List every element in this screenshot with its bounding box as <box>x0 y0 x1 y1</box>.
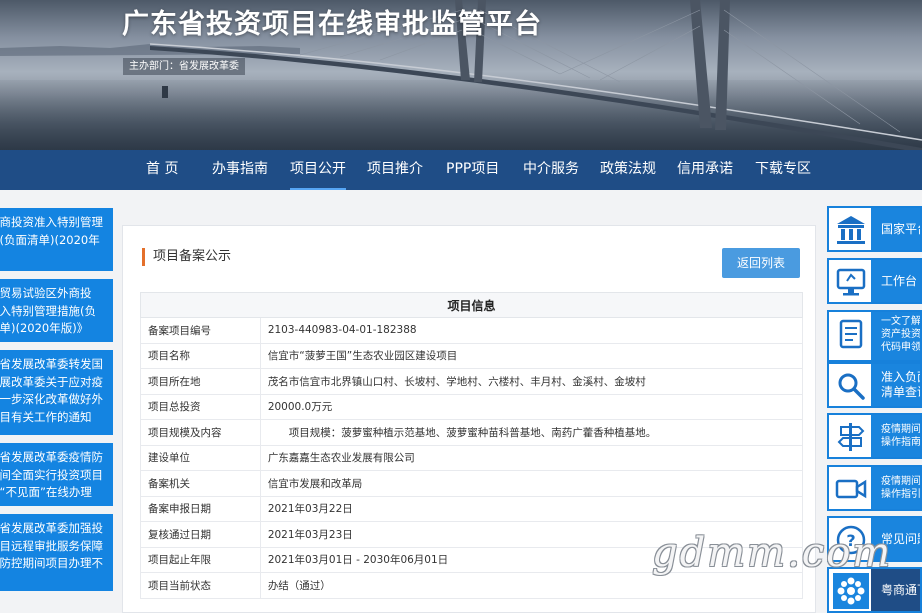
document-icon <box>839 319 863 349</box>
nav-ppp[interactable]: PPP项目 <box>446 150 499 190</box>
row-key: 备案申报日期 <box>140 495 261 522</box>
left-link-text: 批“不见面”在线办理 <box>0 485 92 499</box>
right-link-project-code-guide[interactable]: 一文了解国 资产投资项 代码申领 <box>827 310 922 362</box>
row-key: 备案机关 <box>140 470 261 497</box>
right-link-label-line: 资产投资项 <box>881 329 921 340</box>
right-link-label-line: 准入负面 <box>881 370 920 384</box>
table-row: 备案机关 信宜市发展和改革局 <box>140 470 804 497</box>
watermark: gdmm.com <box>652 530 893 576</box>
left-link-text: 施(负面清单)(2020年 <box>0 232 100 247</box>
nav-credit-commitment[interactable]: 信用承诺 <box>677 150 733 190</box>
table-header: 项目信息 <box>140 292 803 318</box>
row-value: 广东嘉嘉生态农业发展有限公司 <box>259 444 804 471</box>
left-link-text: 东省发展改革委转发国 <box>0 357 103 371</box>
left-link-text: 准入特别管理措施(负 <box>0 303 96 318</box>
row-key: 项目规模及内容 <box>140 419 261 446</box>
right-link-label: 疫情期间平 操作指南 <box>871 415 921 457</box>
row-key: 项目当前状态 <box>140 572 261 599</box>
left-link-text: 档 <box>0 573 109 591</box>
right-link-epidemic-guide[interactable]: 疫情期间平 操作指南 <box>827 413 922 459</box>
left-link-text: 进一步深化改革做好外 <box>0 392 103 406</box>
left-link-5[interactable]: 东省发展改革委加强投 项目远程审批服务保障 情防控期间项目办理不 档 <box>0 514 113 591</box>
row-value: 20000.0万元 <box>259 393 804 420</box>
left-link-text: 项目远程审批服务保障 <box>0 538 103 553</box>
back-to-list-button[interactable]: 返回列表 <box>722 248 800 278</box>
left-link-text: 情防控期间项目办理不 <box>0 556 103 570</box>
right-link-workbench[interactable]: 工作台 <box>827 258 922 304</box>
header-banner: 广东省投资项目在线审批监管平台 主办部门：省发展改革委 <box>0 0 922 150</box>
right-link-label-line: 疫情期间平 <box>881 424 921 435</box>
table-row: 项目总投资 20000.0万元 <box>140 393 804 420</box>
left-link-text: 由贸易试验区外商投 <box>0 286 92 300</box>
row-key: 建设单位 <box>140 444 261 471</box>
search-icon <box>838 373 865 400</box>
nav-policies[interactable]: 政策法规 <box>600 150 656 190</box>
app-logo-icon <box>833 573 869 609</box>
nav-guide[interactable]: 办事指南 <box>212 150 268 190</box>
row-value: 2103-440983-04-01-182388 <box>259 317 804 344</box>
left-link-3[interactable]: 东省发展改革委转发国 发展改革委关于应对疫 进一步深化改革做好外 项目有关工作的… <box>0 350 113 435</box>
table-row: 备案申报日期 2021年03月22日 <box>140 495 804 522</box>
right-link-label-line: 一文了解国 <box>881 316 921 327</box>
row-key: 项目总投资 <box>140 393 261 420</box>
row-key: 项目起止年限 <box>140 546 261 573</box>
government-building-icon <box>837 216 865 244</box>
video-camera-icon <box>835 479 867 499</box>
nav-home[interactable]: 首 页 <box>146 150 178 190</box>
left-link-1[interactable]: 外商投资准入特别管理 施(负面清单)(2020年 》 <box>0 208 113 271</box>
right-link-label-line: 代码申领 <box>881 342 921 353</box>
main-nav: 首 页 办事指南 项目公开 项目推介 PPP项目 中介服务 政策法规 信用承诺 … <box>0 150 922 190</box>
row-key: 项目所在地 <box>140 368 261 395</box>
table-row: 项目所在地 茂名市信宜市北界镇山口村、长坡村、学地村、六楼村、丰月村、金溪村、金坡… <box>140 368 804 395</box>
right-link-label: 疫情期间平 操作指引视 <box>871 467 921 509</box>
left-link-4[interactable]: 东省发展改革委疫情防 期间全面实行投资项目 批“不见面”在线办理 <box>0 443 113 506</box>
nav-downloads[interactable]: 下载专区 <box>755 150 811 190</box>
row-value: 2021年03月22日 <box>259 495 804 522</box>
left-link-text: 发展改革委关于应对疫 <box>0 374 103 389</box>
site-title: 广东省投资项目在线审批监管平台 <box>122 9 542 40</box>
left-link-text: 期间全面实行投资项目 <box>0 467 103 482</box>
sponsor-label: 主办部门：省发展改革委 <box>123 58 245 75</box>
monitor-icon <box>836 268 866 296</box>
left-link-text: 》 <box>0 249 109 267</box>
row-value: 办结（通过） <box>259 572 804 599</box>
right-link-label: 准入负面 清单查询 <box>871 364 920 406</box>
left-link-text: 东省发展改革委疫情防 <box>0 450 103 464</box>
left-link-text: 外商投资准入特别管理 <box>0 215 103 229</box>
right-link-epidemic-video[interactable]: 疫情期间平 操作指引视 <box>827 465 922 511</box>
table-row: 建设单位 广东嘉嘉生态农业发展有限公司 <box>140 444 804 471</box>
left-link-text: 东省发展改革委加强投 <box>0 521 103 535</box>
row-key: 备案项目编号 <box>140 317 261 344</box>
row-value: 信宜市“菠萝王国”生态农业园区建设项目 <box>259 342 804 369</box>
table-row: 项目当前状态 办结（通过） <box>140 572 804 599</box>
nav-project-promotion[interactable]: 项目推介 <box>367 150 423 190</box>
right-link-label: 一文了解国 资产投资项 代码申领 <box>871 312 921 360</box>
row-key: 复核通过日期 <box>140 521 261 548</box>
table-row: 项目规模及内容 项目规模：菠萝蜜种植示范基地、菠萝蜜种苗科普基地、南药广藿香种植… <box>140 419 804 446</box>
table-row: 项目名称 信宜市“菠萝王国”生态农业园区建设项目 <box>140 342 804 369</box>
row-key: 项目名称 <box>140 342 261 369</box>
right-link-label-line: 疫情期间平 <box>881 476 921 487</box>
left-link-text: 清单)(2020年版)》 <box>0 321 89 335</box>
left-link-2[interactable]: 由贸易试验区外商投 准入特别管理措施(负 清单)(2020年版)》 <box>0 279 113 342</box>
right-link-label: 工作台 <box>871 260 920 302</box>
panel-title: 项目备案公示 <box>142 248 231 266</box>
right-link-label-line: 操作指引视 <box>881 489 921 500</box>
nav-project-disclosure[interactable]: 项目公开 <box>290 150 346 190</box>
row-value: 项目规模：菠萝蜜种植示范基地、菠萝蜜种苗科普基地、南药广藿香种植基地。 <box>259 419 804 446</box>
left-link-text: 项目有关工作的通知 <box>0 409 92 424</box>
right-link-national-platform[interactable]: 国家平台 <box>827 206 922 252</box>
nav-agency-services[interactable]: 中介服务 <box>523 150 579 190</box>
right-link-label-line: 操作指南 <box>881 437 921 448</box>
row-value: 茂名市信宜市北界镇山口村、长坡村、学地村、六楼村、丰月村、金溪村、金坡村 <box>259 368 804 395</box>
signpost-icon <box>837 423 865 451</box>
table-row: 备案项目编号 2103-440983-04-01-182388 <box>140 317 804 344</box>
right-link-negative-list-query[interactable]: 准入负面 清单查询 <box>827 362 922 408</box>
row-value: 信宜市发展和改革局 <box>259 470 804 497</box>
right-link-label: 国家平台 <box>871 208 920 250</box>
right-link-label-line: 清单查询 <box>881 385 920 399</box>
